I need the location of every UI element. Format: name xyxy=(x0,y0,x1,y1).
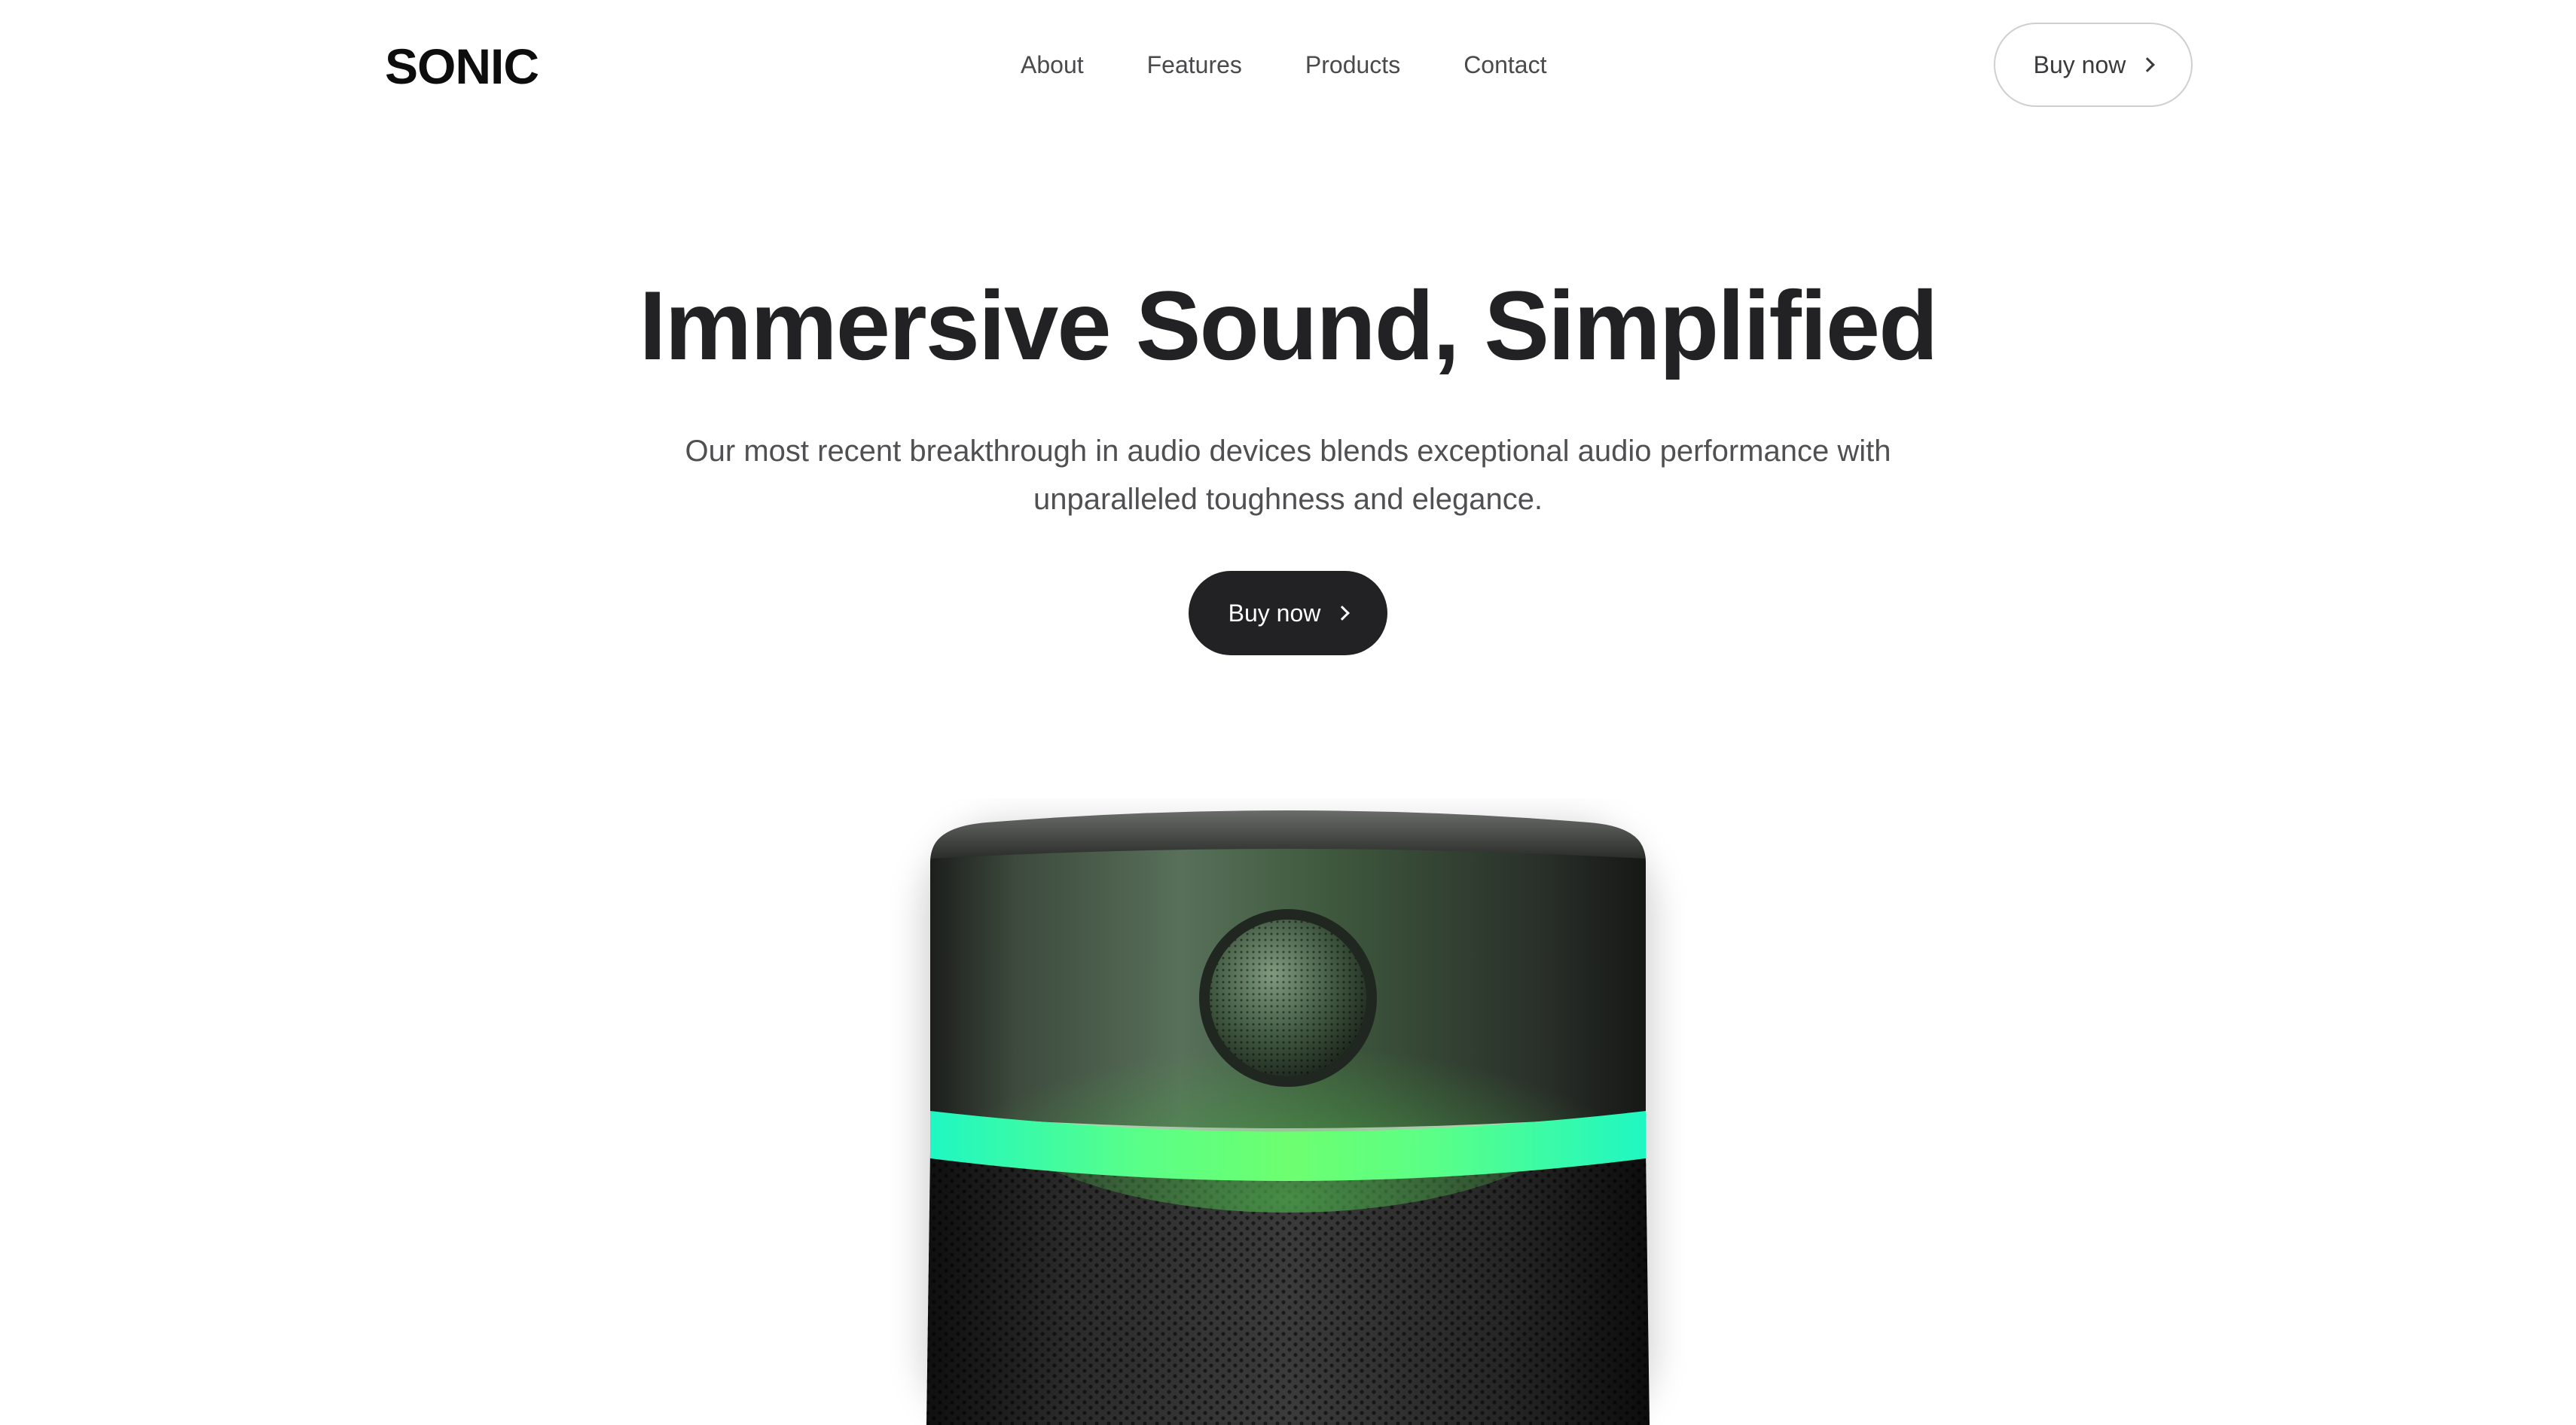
header-buy-now-button[interactable]: Buy now xyxy=(1994,23,2193,107)
chevron-right-icon xyxy=(1335,606,1351,621)
hero-subtitle: Our most recent breakthrough in audio de… xyxy=(685,435,1891,516)
hero-buy-now-label: Buy now xyxy=(1228,599,1321,627)
landing-page: SONIC About Features Products Contact Bu… xyxy=(0,0,2576,1425)
main-nav: About Features Products Contact xyxy=(1021,48,1546,81)
brand-logo[interactable]: SONIC xyxy=(385,36,539,96)
nav-link-contact[interactable]: Contact xyxy=(1463,48,1546,81)
chevron-right-icon xyxy=(2140,57,2156,72)
nav-link-about[interactable]: About xyxy=(1021,48,1084,81)
hero-title: Immersive Sound, Simplified xyxy=(639,270,1938,380)
speaker-product-image xyxy=(889,798,1687,1425)
header-buy-now-label: Buy now xyxy=(2033,50,2126,78)
nav-link-features[interactable]: Features xyxy=(1147,48,1242,81)
site-header: SONIC About Features Products Contact Bu… xyxy=(0,0,2576,130)
hero-buy-now-button[interactable]: Buy now xyxy=(1189,571,1387,655)
nav-link-products[interactable]: Products xyxy=(1305,48,1400,81)
